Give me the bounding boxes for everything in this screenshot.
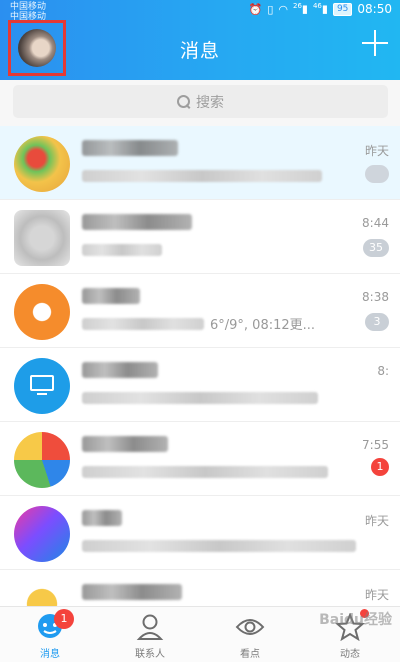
list-item[interactable]: 昨天	[0, 126, 400, 200]
tab-messages-label: 消息	[40, 649, 60, 660]
conversation-avatar	[14, 284, 70, 340]
tab-contacts-label: 联系人	[135, 649, 165, 660]
status-indicators: ⏰ ▯ ◠ 26▮ 46▮ 95 08:50	[249, 2, 392, 16]
conversation-badge: 1	[371, 458, 389, 476]
eye-icon	[235, 619, 265, 635]
conversation-time: 昨天	[364, 144, 389, 158]
conversation-list: 昨天 8:44 35 6°/9°, 08:12更... 8:38 3 8: 7:…	[0, 126, 400, 610]
search-placeholder: 搜索	[196, 94, 224, 111]
conversation-name	[82, 214, 192, 230]
conversation-name	[82, 510, 122, 526]
tab-watch-label: 看点	[240, 649, 260, 660]
list-item[interactable]: 7:55 1	[0, 422, 400, 496]
watermark-logo: Baidu经验	[319, 612, 392, 628]
signal-2-icon: 46▮	[312, 2, 328, 16]
conversation-name	[82, 140, 178, 156]
signal-1-icon: 26▮	[292, 2, 308, 16]
search-icon	[177, 95, 190, 108]
messages-badge: 1	[54, 609, 74, 629]
tab-messages[interactable]: 1 消息	[0, 607, 100, 662]
conversation-avatar	[14, 210, 70, 266]
conversation-name	[82, 288, 140, 304]
vibrate-icon: ▯	[267, 2, 274, 16]
conversation-badge	[365, 165, 389, 183]
conversation-preview	[82, 392, 318, 404]
search-input[interactable]: 搜索	[13, 85, 388, 118]
conversation-avatar	[14, 432, 70, 488]
monitor-icon	[30, 375, 54, 391]
conversation-preview	[82, 466, 328, 478]
conversation-badge: 35	[363, 239, 389, 257]
plus-icon[interactable]	[362, 30, 388, 56]
battery-indicator: 95	[332, 2, 353, 16]
monitor-stand	[37, 393, 47, 395]
conversation-name	[82, 436, 168, 452]
conversation-time: 8:	[377, 364, 389, 378]
conversation-badge: 3	[365, 313, 389, 331]
header-bar: 中国移动 中国移动 ⏰ ▯ ◠ 26▮ 46▮ 95 08:50 消息	[0, 0, 400, 80]
status-time: 08:50	[357, 2, 392, 16]
conversation-time: 昨天	[364, 514, 389, 528]
page-title: 消息	[179, 40, 220, 62]
list-item[interactable]: 6°/9°, 08:12更... 8:38 3	[0, 274, 400, 348]
conversation-preview	[82, 540, 356, 552]
conversation-preview: 6°/9°, 08:12更...	[210, 318, 316, 333]
qq-messages-screen: 中国移动 中国移动 ⏰ ▯ ◠ 26▮ 46▮ 95 08:50 消息 搜索 昨…	[0, 0, 400, 662]
status-carriers: 中国移动 中国移动	[10, 2, 46, 22]
conversation-name	[82, 584, 182, 600]
conversation-avatar	[14, 506, 70, 562]
list-item[interactable]: 8:	[0, 348, 400, 422]
conversation-preview	[82, 244, 162, 256]
list-item[interactable]: 8:44 35	[0, 200, 400, 274]
contact-person-icon	[136, 614, 164, 640]
tab-watch[interactable]: 看点	[200, 607, 300, 662]
tab-contacts[interactable]: 联系人	[100, 607, 200, 662]
conversation-name	[82, 362, 158, 378]
conversation-time: 8:38	[362, 290, 389, 304]
conversation-time: 8:44	[362, 216, 389, 230]
conversation-time: 昨天	[364, 588, 389, 602]
list-item[interactable]: 昨天	[0, 570, 400, 610]
conversation-time: 7:55	[362, 438, 389, 452]
alarm-icon: ⏰	[248, 2, 263, 16]
search-area: 搜索	[0, 80, 400, 126]
wifi-icon: ◠	[278, 2, 288, 16]
carrier-1: 中国移动	[10, 2, 47, 12]
list-item[interactable]: 昨天	[0, 496, 400, 570]
conversation-preview-blur	[82, 318, 204, 330]
conversation-avatar	[14, 358, 70, 414]
tab-feed-label: 动态	[340, 649, 360, 660]
conversation-avatar	[14, 136, 70, 192]
conversation-preview	[82, 170, 322, 182]
